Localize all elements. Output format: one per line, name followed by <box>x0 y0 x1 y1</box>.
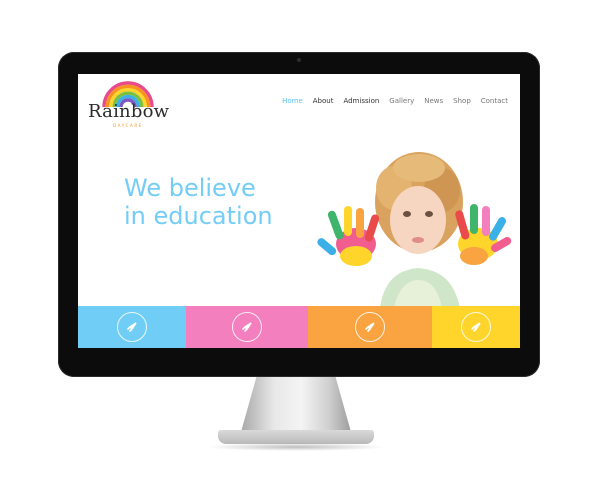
website-screen: Rainbow DAYCARE Home About Admission Gal… <box>78 74 520 348</box>
feature-bar-blue[interactable] <box>78 306 186 348</box>
hero-child-image <box>317 152 512 308</box>
site-logo[interactable]: Rainbow DAYCARE <box>88 79 170 129</box>
hero-line-1: We believe <box>124 174 256 202</box>
monitor-stand-neck <box>241 377 351 432</box>
nav-gallery[interactable]: Gallery <box>389 97 414 105</box>
rocket-icon[interactable] <box>232 312 262 342</box>
nav-admission[interactable]: Admission <box>343 97 379 105</box>
nav-shop[interactable]: Shop <box>453 97 471 105</box>
feature-bar-pink[interactable] <box>186 306 308 348</box>
brand-subtitle: DAYCARE <box>113 123 143 128</box>
feature-bars <box>78 306 520 348</box>
rocket-icon[interactable] <box>461 312 491 342</box>
brand-name: Rainbow <box>88 101 170 122</box>
monitor-stand-base <box>218 430 374 444</box>
stand-shadow <box>205 443 387 451</box>
rocket-icon[interactable] <box>355 312 385 342</box>
hero-headline: We believe in education <box>124 174 273 230</box>
nav-news[interactable]: News <box>424 97 443 105</box>
nav-contact[interactable]: Contact <box>481 97 508 105</box>
hero-line-2: in education <box>124 202 273 230</box>
feature-bar-yellow[interactable] <box>432 306 520 348</box>
nav-home[interactable]: Home <box>282 97 303 105</box>
nav-about[interactable]: About <box>313 97 334 105</box>
rocket-icon[interactable] <box>117 312 147 342</box>
feature-bar-orange[interactable] <box>308 306 432 348</box>
webcam-dot <box>297 58 301 62</box>
main-nav: Home About Admission Gallery News Shop C… <box>282 97 508 105</box>
